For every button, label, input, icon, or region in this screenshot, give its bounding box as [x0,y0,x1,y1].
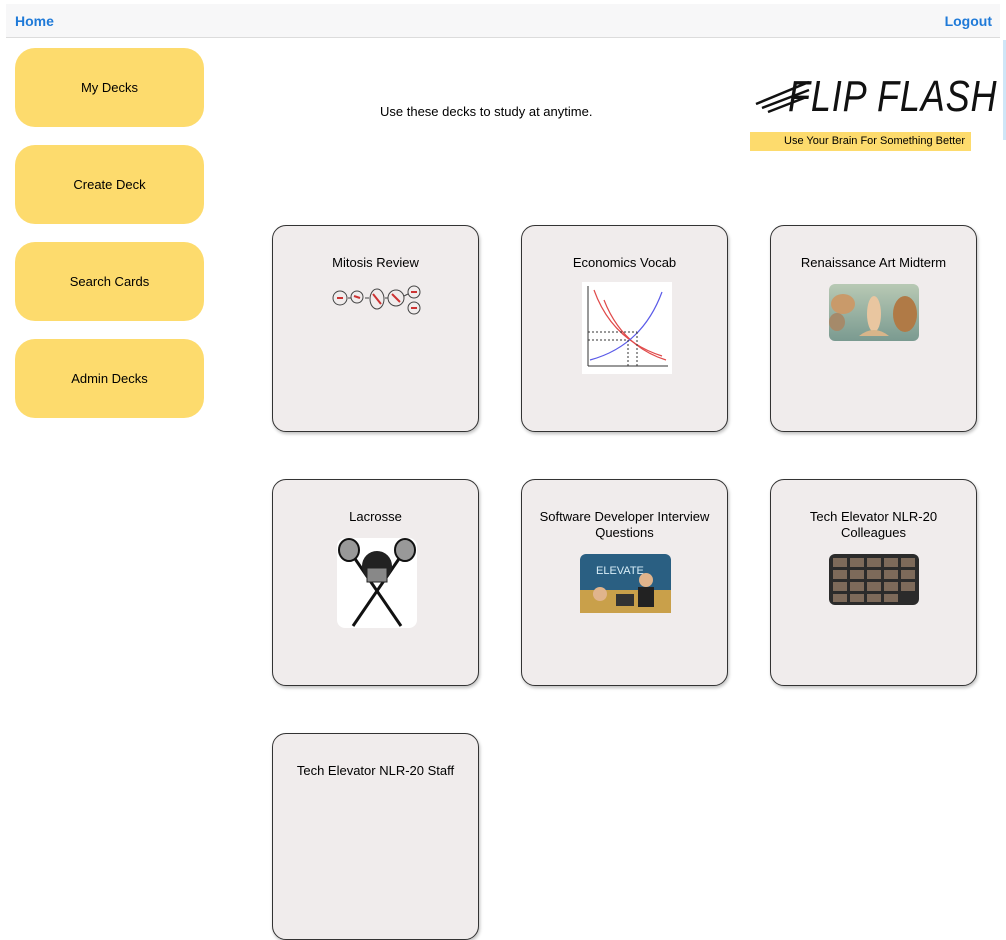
flip-flash-logo: FLIP FLASH Use Your Brain For Something … [750,72,997,152]
deck-title: Software Developer Interview Questions [539,509,710,540]
lacrosse-sticks-image [337,538,417,628]
admin-decks-button[interactable]: Admin Decks [15,339,204,418]
deck-title: Economics Vocab [572,255,677,270]
deck-title: Mitosis Review [332,255,419,270]
deck-title: Lacrosse [349,509,402,524]
top-nav-bar: Home Logout [6,4,1000,38]
deck-title: Tech Elevator NLR-20 Staff [296,763,455,778]
sidebar-item-label: Search Cards [69,274,150,289]
logo-slogan: Use Your Brain For Something Better [750,132,971,151]
supply-demand-graph-image [582,282,672,374]
mitosis-diagram-image [331,284,423,316]
sidebar-item-label: Admin Decks [71,371,148,386]
birth-of-venus-painting-image [829,284,919,341]
deck-title: Renaissance Art Midterm [800,255,947,270]
deck-title: Tech Elevator NLR-20 Colleagues [809,509,938,540]
deck-card-lacrosse[interactable]: Lacrosse [272,479,479,686]
deck-card-tech-elevator-nlr-20-colleagues[interactable]: Tech Elevator NLR-20 Colleagues [770,479,977,686]
deck-card-tech-elevator-nlr-20-staff[interactable]: Tech Elevator NLR-20 Staff [272,733,479,940]
logo-title: FLIP FLASH [788,72,998,121]
deck-card-software-developer-interview-questions[interactable]: Software Developer Interview Questions E… [521,479,728,686]
my-decks-button[interactable]: My Decks [15,48,204,127]
create-deck-button[interactable]: Create Deck [15,145,204,224]
deck-card-economics-vocab[interactable]: Economics Vocab [521,225,728,432]
search-cards-button[interactable]: Search Cards [15,242,204,321]
elevate-classroom-photo-image: ELEVATE [580,554,671,613]
video-call-grid-image [829,554,919,605]
page-tagline: Use these decks to study at anytime. [380,104,593,119]
sidebar-item-label: Create Deck [73,177,146,192]
deck-card-renaissance-art-midterm[interactable]: Renaissance Art Midterm [770,225,977,432]
sidebar-item-label: My Decks [80,80,139,95]
home-link[interactable]: Home [15,13,54,29]
svg-text:ELEVATE: ELEVATE [596,565,644,577]
deck-card-mitosis-review[interactable]: Mitosis Review [272,225,479,432]
logout-link[interactable]: Logout [945,13,992,29]
